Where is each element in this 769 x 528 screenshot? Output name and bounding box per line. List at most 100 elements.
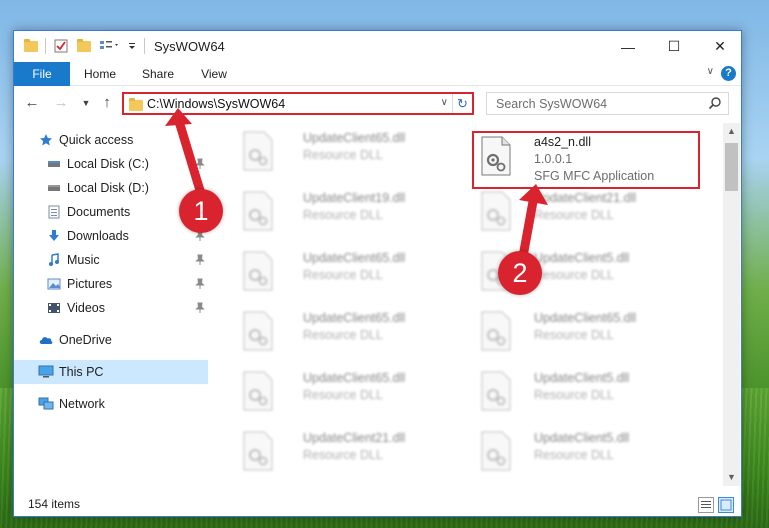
divider (144, 38, 145, 54)
nav-item-label: OneDrive (59, 333, 112, 347)
nav-item-downloads[interactable]: Downloads (14, 224, 208, 248)
file-name: UpdateClient21.dll (303, 431, 406, 445)
file-name: UpdateClient65.dll (303, 251, 406, 265)
file-name: UpdateClient5.dll (534, 371, 630, 385)
nav-item-label: Network (59, 397, 105, 411)
list-item[interactable]: UpdateClient5.dll Resource DLL (472, 367, 702, 419)
list-item[interactable]: UpdateClient65.dll Resource DLL (234, 247, 464, 299)
videos-icon (46, 300, 62, 316)
file-type: Resource DLL (303, 388, 383, 402)
tab-home[interactable]: Home (76, 62, 124, 86)
nav-item-local-disk-d[interactable]: Local Disk (D:) (14, 176, 208, 200)
cloud-icon (38, 332, 54, 348)
tab-share[interactable]: Share (134, 62, 182, 86)
pictures-icon (46, 276, 62, 292)
search-icon[interactable] (708, 96, 722, 110)
file-name: UpdateClient65.dll (303, 371, 406, 385)
dll-file-icon (243, 131, 273, 171)
file-name: UpdateClient21.dll (534, 191, 637, 205)
star-icon (38, 132, 54, 148)
pin-icon (195, 302, 205, 314)
drive-icon (46, 180, 62, 196)
file-type: Resource DLL (303, 148, 383, 162)
vertical-scrollbar[interactable]: ▲ ▼ (723, 123, 740, 486)
step-marker-2: 2 (498, 251, 542, 295)
documents-icon (46, 204, 62, 220)
nav-item-label: Videos (67, 301, 105, 315)
nav-item-network[interactable]: Network (14, 392, 208, 416)
file-highlight-box (472, 131, 700, 189)
nav-item-videos[interactable]: Videos (14, 296, 208, 320)
nav-item-label: Local Disk (C:) (67, 157, 149, 171)
dll-file-icon (243, 311, 273, 351)
step-marker-1: 1 (179, 189, 223, 233)
window-title: SysWOW64 (154, 39, 225, 54)
properties-icon[interactable] (54, 38, 68, 54)
refresh-button[interactable]: ↻ (452, 94, 472, 113)
item-count: 154 items (28, 497, 81, 511)
help-icon[interactable]: ? (721, 66, 736, 81)
folder-icon (24, 38, 38, 54)
nav-item-local-disk-c[interactable]: Local Disk (C:) (14, 152, 208, 176)
new-folder-icon[interactable] (77, 38, 91, 54)
list-item[interactable]: UpdateClient65.dll Resource DLL (234, 127, 464, 179)
list-item[interactable]: UpdateClient19.dll Resource DLL (234, 187, 464, 239)
title-bar: SysWOW64 — ☐ ✕ (14, 31, 741, 62)
pin-icon (195, 158, 205, 170)
close-button[interactable]: ✕ (697, 31, 743, 62)
navigation-pane: Quick access Local Disk (C:) Local Disk … (14, 123, 208, 486)
minimize-button[interactable]: — (605, 31, 651, 62)
list-item[interactable]: UpdateClient21.dll Resource DLL (234, 427, 464, 479)
file-type: Resource DLL (534, 388, 614, 402)
dll-file-icon (243, 251, 273, 291)
nav-item-label: Pictures (67, 277, 113, 291)
drive-icon (46, 156, 62, 172)
scroll-up-icon[interactable]: ▲ (723, 123, 740, 140)
list-item[interactable]: UpdateClient65.dll Resource DLL (234, 307, 464, 359)
large-icons-view-icon[interactable] (718, 497, 734, 513)
nav-item-this-pc[interactable]: This PC (14, 360, 208, 384)
search-placeholder: Search SysWOW64 (496, 97, 608, 111)
dll-file-icon (481, 431, 511, 471)
forward-button[interactable]: → (51, 93, 71, 113)
list-item[interactable]: UpdateClient21.dll Resource DLL (472, 187, 702, 239)
computer-icon (38, 364, 54, 380)
dll-file-icon (481, 311, 511, 351)
network-icon (38, 396, 54, 412)
scroll-down-icon[interactable]: ▼ (723, 469, 740, 486)
nav-item-music[interactable]: Music (14, 248, 208, 272)
file-type: Resource DLL (303, 268, 383, 282)
nav-item-quick-access[interactable]: Quick access (14, 128, 208, 152)
music-icon (46, 252, 62, 268)
tab-view[interactable]: View (191, 62, 237, 86)
nav-item-label: Downloads (67, 229, 129, 243)
back-button[interactable]: ← (22, 93, 42, 113)
list-item[interactable]: UpdateClient65.dll Resource DLL (472, 307, 702, 359)
dll-file-icon (481, 191, 511, 231)
address-dropdown-icon[interactable]: ∨ (441, 97, 448, 108)
file-name: UpdateClient65.dll (534, 311, 637, 325)
expand-ribbon-icon[interactable]: ∨ (707, 66, 714, 77)
nav-item-pictures[interactable]: Pictures (14, 272, 208, 296)
divider (45, 38, 46, 54)
nav-item-label: This PC (59, 365, 104, 379)
customize-toolbar-icon[interactable] (99, 38, 121, 54)
maximize-button[interactable]: ☐ (651, 31, 697, 62)
list-item[interactable]: UpdateClient65.dll Resource DLL (234, 367, 464, 419)
nav-item-onedrive[interactable]: OneDrive (14, 328, 208, 352)
scrollbar-thumb[interactable] (725, 143, 738, 191)
nav-item-label: Quick access (59, 133, 134, 147)
address-path[interactable]: C:\Windows\SysWOW64 (147, 97, 285, 111)
file-type: Resource DLL (534, 448, 614, 462)
chevron-down-icon[interactable] (127, 38, 137, 54)
search-input[interactable]: Search SysWOW64 (486, 92, 729, 115)
details-view-icon[interactable] (698, 497, 714, 513)
address-bar[interactable]: C:\Windows\SysWOW64 ∨ ↻ (122, 92, 474, 115)
nav-item-label: Music (67, 253, 100, 267)
tab-file[interactable]: File (14, 62, 70, 86)
file-type: Resource DLL (303, 208, 383, 222)
up-button[interactable]: ↑ (97, 93, 117, 113)
recent-locations-icon[interactable]: ▼ (76, 93, 96, 113)
file-type: Resource DLL (303, 448, 383, 462)
list-item[interactable]: UpdateClient5.dll Resource DLL (472, 427, 702, 479)
